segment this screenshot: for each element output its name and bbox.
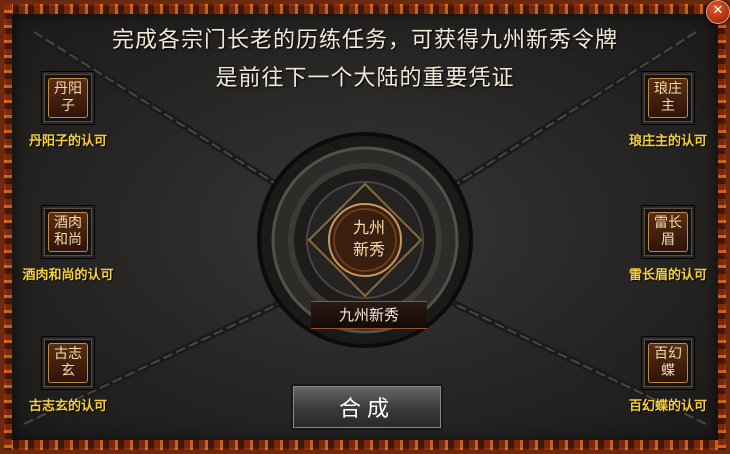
elder-approval-label: 酒肉和尚的认可: [22, 268, 114, 283]
elder-approval-label: 雷长眉的认可: [628, 268, 707, 283]
instruction-line-1: 完成各宗门长老的历练任务，可获得九州新秀令牌: [111, 28, 618, 53]
elder-approval-label: 丹阳子的认可: [28, 134, 107, 149]
elder-lei-changmei[interactable]: 雷长眉 雷长眉的认可: [618, 206, 718, 283]
elder-slot[interactable]: 雷长眉: [642, 206, 694, 258]
elder-approval-label: 古志玄的认可: [28, 399, 107, 414]
elder-slot[interactable]: 百幻蝶: [642, 337, 694, 389]
elder-lang-zhuangzhu[interactable]: 琅庄主 琅庄主的认可: [618, 72, 718, 149]
jiuzhou-token[interactable]: 九州新秀: [327, 197, 411, 281]
elder-plaque: 雷长眉: [648, 212, 688, 252]
compose-button[interactable]: 合成: [291, 384, 443, 430]
token-emblem-text: 九州新秀: [352, 218, 385, 259]
elder-baihuandie[interactable]: 百幻蝶 百幻蝶的认可: [618, 337, 718, 414]
elder-danyangzi[interactable]: 丹阳子 丹阳子的认可: [18, 72, 118, 149]
token-panel: 完成各宗门长老的历练任务，可获得九州新秀令牌 是前往下一个大陆的重要凭证 丹阳子…: [0, 0, 730, 454]
elder-plaque: 琅庄主: [648, 78, 688, 118]
elder-jiurou-heshang[interactable]: 酒肉和尚 酒肉和尚的认可: [18, 206, 118, 283]
close-icon[interactable]: ✕: [706, 0, 730, 24]
elder-slot[interactable]: 酒肉和尚: [42, 206, 94, 258]
elder-slot[interactable]: 琅庄主: [642, 72, 694, 124]
elder-plaque: 丹阳子: [48, 78, 88, 118]
elder-approval-label: 琅庄主的认可: [628, 134, 707, 149]
token-name-label: 九州新秀: [311, 301, 427, 329]
elder-plaque: 古志玄: [48, 343, 88, 383]
elder-plaque: 百幻蝶: [648, 343, 688, 383]
elder-slot[interactable]: 古志玄: [42, 337, 94, 389]
elder-guzhixuan[interactable]: 古志玄 古志玄的认可: [18, 337, 118, 414]
elder-slot[interactable]: 丹阳子: [42, 72, 94, 124]
elder-approval-label: 百幻蝶的认可: [628, 399, 707, 414]
elder-plaque: 酒肉和尚: [48, 212, 88, 252]
